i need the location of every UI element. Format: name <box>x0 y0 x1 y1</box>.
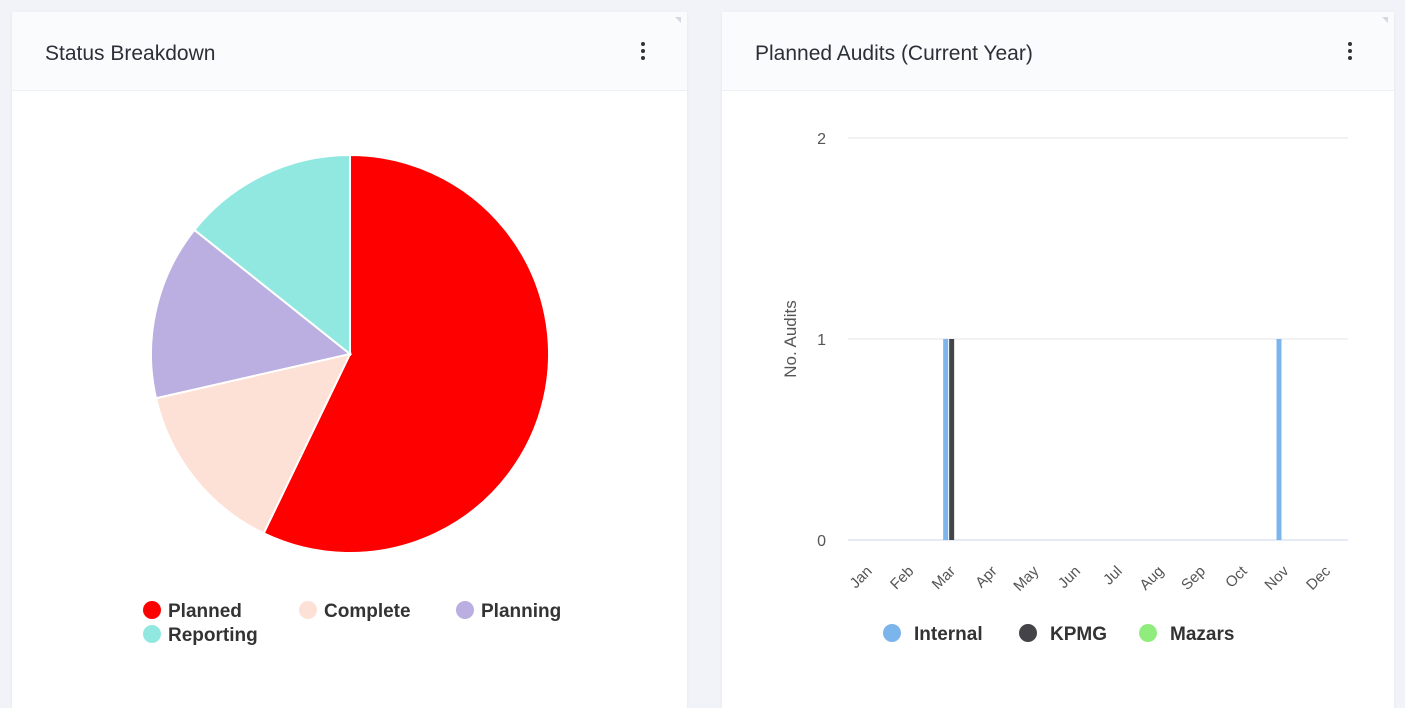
y-tick-label: 0 <box>817 533 826 550</box>
bar-internal-nov[interactable] <box>1276 339 1282 540</box>
legend-label: Planned <box>168 601 242 622</box>
legend-label: Planning <box>481 601 561 622</box>
legend-item-planning[interactable]: Planning <box>456 601 561 622</box>
x-tick-label: May <box>1010 562 1042 594</box>
legend-item-kpmg[interactable]: KPMG <box>1019 624 1107 645</box>
x-tick-label: Jul <box>1100 563 1126 589</box>
legend-swatch <box>299 601 317 619</box>
x-tick-label: Jan <box>847 563 876 592</box>
x-tick-label: Nov <box>1261 562 1292 593</box>
x-tick-label: Apr <box>972 563 1001 592</box>
x-tick-label: Aug <box>1136 563 1167 594</box>
bar-internal-mar[interactable] <box>943 339 949 540</box>
legend-item-mazars[interactable]: Mazars <box>1139 624 1234 645</box>
legend-item-planned[interactable]: Planned <box>143 601 242 622</box>
legend-label: Internal <box>914 624 983 645</box>
y-axis-title: No. Audits <box>781 300 800 378</box>
x-tick-label: Sep <box>1178 563 1209 594</box>
legend-item-internal[interactable]: Internal <box>883 624 983 645</box>
legend-item-reporting[interactable]: Reporting <box>143 625 258 646</box>
legend-label: Complete <box>324 601 411 622</box>
status-pie-chart: Planned Complete Planning Reporting <box>143 153 561 646</box>
bar-kpmg-mar[interactable] <box>949 339 955 540</box>
legend-label: KPMG <box>1050 624 1107 645</box>
x-tick-label: Oct <box>1222 562 1251 591</box>
y-tick-label: 2 <box>817 131 826 148</box>
legend-label: Reporting <box>168 625 258 646</box>
x-tick-label: Feb <box>887 563 917 593</box>
legend-label: Mazars <box>1170 624 1234 645</box>
planned-audits-card: Planned Audits (Current Year) 0 1 2 No. Aud… <box>722 12 1394 708</box>
status-breakdown-card: Status Breakdown Planned Complete Planning… <box>12 12 687 708</box>
y-tick-label: 1 <box>817 332 826 349</box>
x-tick-label: Dec <box>1303 562 1334 593</box>
planned-audits-bar-chart: 0 1 2 No. Audits Jan Feb Mar Apr May Jun Jul Aug Sep… <box>781 131 1348 645</box>
legend-swatch <box>456 601 474 619</box>
legend-item-complete[interactable]: Complete <box>299 601 411 622</box>
legend-swatch <box>143 601 161 619</box>
x-tick-label: Mar <box>929 563 959 593</box>
legend-swatch <box>1019 624 1037 642</box>
legend-swatch <box>143 625 161 643</box>
x-tick-label: Jun <box>1055 563 1084 592</box>
legend-swatch <box>1139 624 1157 642</box>
legend-swatch <box>883 624 901 642</box>
